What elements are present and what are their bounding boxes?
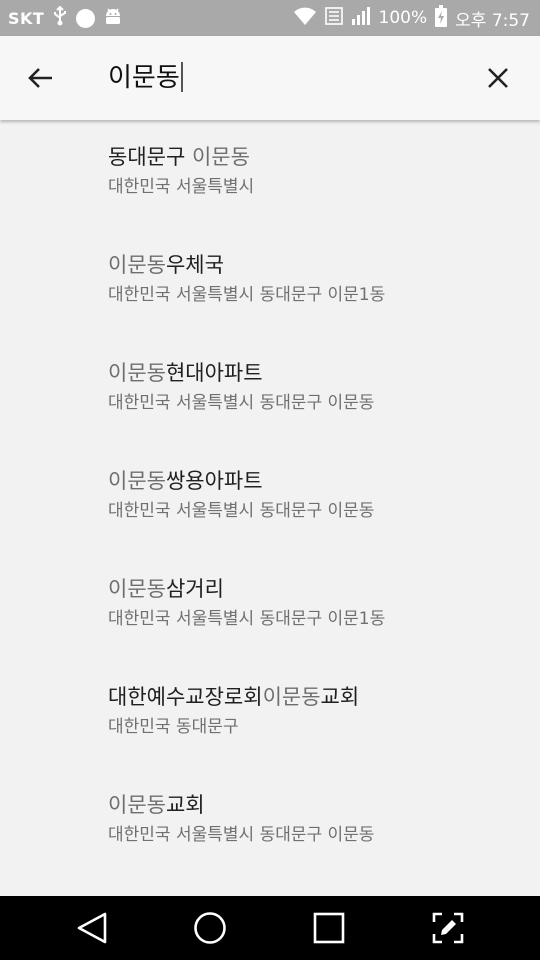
list-item[interactable]: 이문동쌍용아파트 대한민국 서울특별시 동대문구 이문동 — [0, 444, 540, 552]
back-button[interactable] — [22, 60, 58, 96]
result-title: 이문동현대아파트 — [108, 358, 263, 388]
result-title: 이문동쌍용아파트 — [108, 466, 263, 496]
result-title: 대한예수교장로회이문동교회 — [108, 682, 359, 712]
list-item[interactable]: 이문동삼거리 대한민국 서울특별시 동대문구 이문1동 — [0, 552, 540, 660]
search-bar: 이문동 — [0, 36, 540, 120]
usb-icon — [52, 5, 68, 31]
result-title-match: 이문동 — [191, 145, 250, 169]
navigation-bar — [0, 896, 540, 960]
list-item[interactable]: 대한예수교장로회이문동교회 대한민국 동대문구 — [0, 660, 540, 768]
result-title-match: 이문동 — [108, 469, 166, 493]
nav-recents-button[interactable] — [309, 908, 349, 948]
result-title-part: 삼거리 — [165, 577, 224, 601]
clear-search-button[interactable] — [480, 60, 516, 96]
result-subtitle: 대한민국 서울특별시 동대문구 이문동 — [108, 393, 375, 413]
result-title-match: 이문동 — [108, 793, 166, 817]
result-title-part: 동대문구 — [108, 145, 192, 169]
result-title-match: 이문동 — [108, 253, 166, 277]
home-circle-icon — [194, 912, 226, 944]
carrier-label: SKT — [8, 8, 45, 28]
status-bar: SKT 100% 오후 7:57 — [0, 0, 540, 36]
list-item[interactable]: 이문동우체국 대한민국 서울특별시 동대문구 이문1동 — [0, 228, 540, 336]
list-item[interactable]: 동대문구 이문동 대한민국 서울특별시 — [0, 120, 540, 228]
result-title: 동대문구 이문동 — [108, 142, 250, 172]
result-title-part: 대한예수교장로회 — [108, 685, 263, 709]
result-title-match: 이문동 — [108, 577, 166, 601]
result-subtitle: 대한민국 서울특별시 동대문구 이문동 — [108, 825, 375, 845]
result-title-part: 현대아파트 — [165, 361, 263, 385]
result-title-match: 이문동 — [108, 361, 166, 385]
text-caret — [180, 61, 183, 92]
lte-icon — [324, 6, 343, 31]
arrow-back-icon — [28, 68, 52, 88]
result-subtitle: 대한민국 서울특별시 동대문구 이문1동 — [108, 285, 386, 305]
nav-home-button[interactable] — [190, 908, 230, 948]
result-title: 이문동삼거리 — [108, 574, 224, 604]
result-subtitle: 대한민국 동대문구 — [108, 717, 239, 737]
recents-square-icon — [313, 912, 345, 944]
circle-notification-icon — [76, 8, 96, 28]
battery-percent: 100% — [378, 8, 428, 28]
android-icon — [103, 6, 123, 31]
battery-icon — [435, 4, 448, 32]
search-results-list: 동대문구 이문동 대한민국 서울특별시 이문동우체국 대한민국 서울특별시 동대… — [0, 120, 540, 896]
result-subtitle: 대한민국 서울특별시 — [108, 177, 255, 197]
wifi-icon — [293, 6, 317, 31]
signal-icon — [351, 6, 371, 31]
nav-back-button[interactable] — [72, 908, 112, 948]
clock: 오후 7:57 — [455, 10, 530, 31]
result-title-part: 쌍용아파트 — [165, 469, 263, 493]
back-triangle-icon — [77, 912, 107, 944]
search-input[interactable]: 이문동 — [108, 58, 183, 98]
status-bar-left: SKT — [8, 5, 123, 31]
capture-edit-icon — [432, 912, 464, 944]
result-title-part: 교회 — [165, 793, 205, 817]
result-subtitle: 대한민국 서울특별시 동대문구 이문동 — [108, 501, 375, 521]
list-item[interactable]: 이문동교회 대한민국 서울특별시 동대문구 이문동 — [0, 768, 540, 876]
search-query-text: 이문동 — [108, 63, 180, 93]
result-title-part: 우체국 — [165, 253, 224, 277]
close-icon — [488, 68, 508, 88]
result-title: 이문동교회 — [108, 790, 205, 820]
status-bar-right: 100% 오후 7:57 — [293, 4, 530, 32]
result-title-part: 교회 — [320, 685, 360, 709]
result-title: 이문동우체국 — [108, 250, 224, 280]
nav-capture-button[interactable] — [428, 908, 468, 948]
list-item[interactable]: 이문동현대아파트 대한민국 서울특별시 동대문구 이문동 — [0, 336, 540, 444]
result-subtitle: 대한민국 서울특별시 동대문구 이문1동 — [108, 609, 386, 629]
result-title-match: 이문동 — [262, 685, 321, 709]
